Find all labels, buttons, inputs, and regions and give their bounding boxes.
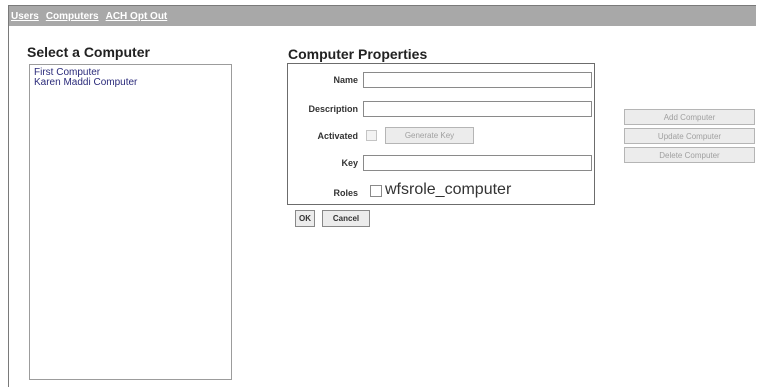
name-field[interactable] [363, 72, 592, 88]
generate-key-button[interactable]: Generate Key [385, 127, 474, 144]
update-computer-button[interactable]: Update Computer [624, 128, 755, 144]
nav-link-users[interactable]: Users [11, 11, 39, 22]
description-field[interactable] [363, 101, 592, 117]
computer-properties-heading: Computer Properties [288, 46, 428, 62]
role-option-label: wfsrole_computer [385, 181, 512, 198]
add-computer-button[interactable]: Add Computer [624, 109, 755, 125]
role-checkbox[interactable] [370, 185, 382, 197]
select-computer-heading: Select a Computer [27, 44, 150, 60]
description-label: Description [308, 104, 358, 114]
cancel-button[interactable]: Cancel [322, 210, 370, 227]
nav-link-computers[interactable]: Computers [46, 11, 99, 22]
activated-label: Activated [317, 131, 358, 141]
key-label: Key [341, 158, 358, 168]
list-item[interactable]: Karen Maddi Computer [34, 78, 231, 88]
computer-properties-panel: Name Description Activated Generate Key … [287, 63, 595, 205]
activated-checkbox[interactable] [366, 130, 377, 141]
ok-button[interactable]: OK [295, 210, 315, 227]
key-field[interactable] [363, 155, 592, 171]
top-nav-bar: Users Computers ACH Opt Out [9, 6, 756, 26]
roles-label: Roles [333, 188, 358, 198]
delete-computer-button[interactable]: Delete Computer [624, 147, 755, 163]
nav-link-ach-opt-out[interactable]: ACH Opt Out [106, 11, 168, 22]
name-label: Name [333, 75, 358, 85]
computer-listbox[interactable]: First Computer Karen Maddi Computer [29, 64, 232, 380]
